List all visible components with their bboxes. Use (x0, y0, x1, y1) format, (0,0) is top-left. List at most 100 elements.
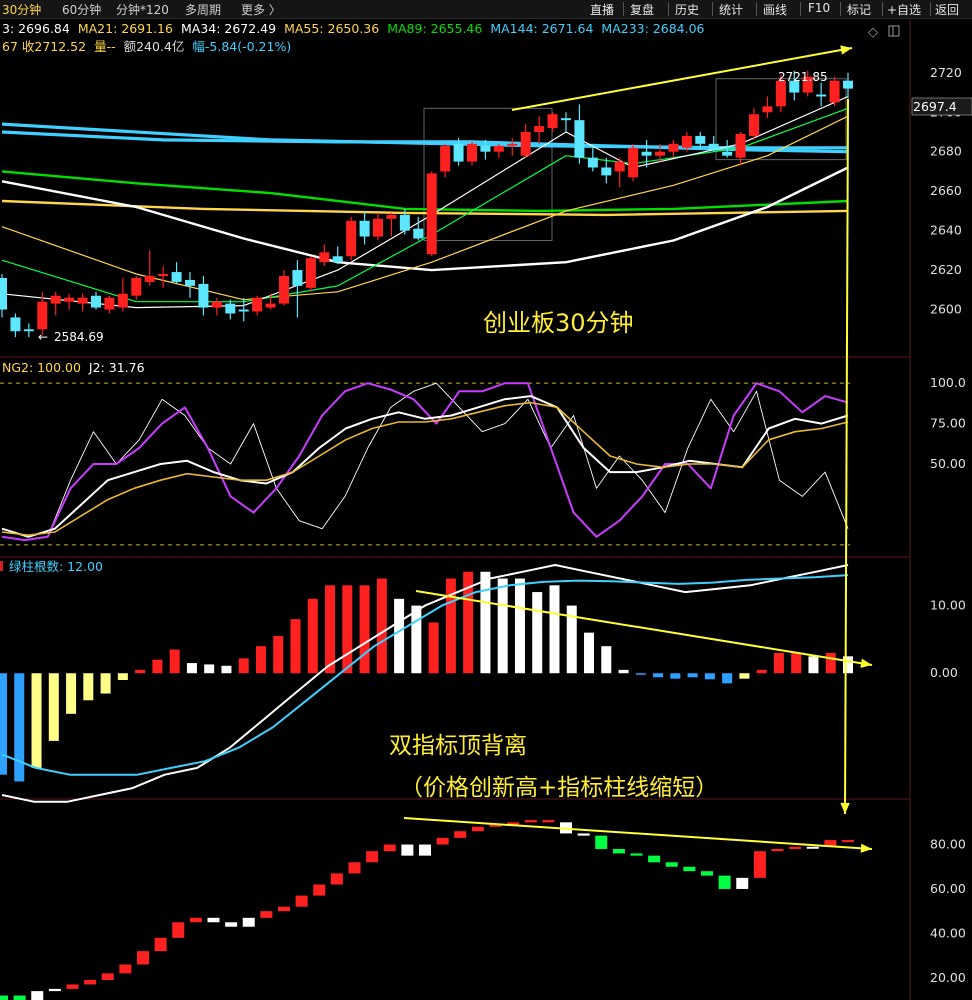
candle-body (829, 80, 840, 103)
macd-bar (359, 585, 370, 674)
history-button[interactable]: 历史 (675, 1, 699, 18)
replay-button[interactable]: 复盘 (630, 1, 654, 18)
macd-bar (756, 669, 767, 674)
macd-bar (342, 585, 353, 674)
macd-bar (618, 669, 629, 674)
indicator-bar (436, 837, 449, 845)
add-watchlist-button[interactable]: +自选 (887, 1, 921, 18)
candle-body (0, 277, 7, 310)
macd-bar (83, 673, 94, 701)
tab-60min[interactable]: 60分钟 (62, 1, 101, 18)
indicator-bar (84, 980, 97, 985)
ma-line-ma5 (1, 95, 849, 309)
candle-body (601, 167, 612, 176)
ma-line-ma55 (1, 199, 849, 217)
chart-canvas[interactable]: 3: 2696.84 MA21: 2691.16 MA34: 2672.49 MA55… (0, 19, 972, 1000)
legend-item: 量-- (94, 39, 116, 54)
indicator-bar (419, 844, 431, 856)
back-button[interactable]: 返回 (935, 1, 959, 18)
indicator-bar (665, 862, 678, 867)
indicator-bar (842, 840, 854, 843)
indicator-bar (101, 973, 114, 981)
candle-body (104, 297, 115, 310)
macd-bar (514, 578, 525, 674)
legend-item: MA89: 2655.46 (387, 21, 482, 36)
tab-min120[interactable]: 分钟*120 (116, 1, 169, 18)
indicator-tick-label: 40.00 (930, 925, 966, 940)
macd-bar (14, 673, 25, 782)
candle-body (641, 151, 652, 156)
candle-body (131, 277, 142, 296)
stats-button[interactable]: 统计 (719, 1, 743, 18)
indicator-bar (330, 873, 343, 885)
macd-bar (325, 585, 336, 674)
separator (623, 2, 624, 16)
candle-body (843, 80, 853, 89)
kdj-panel (0, 382, 850, 546)
indicator-bar (348, 862, 361, 874)
candle-body (265, 303, 276, 308)
indicator-bar (260, 911, 273, 918)
kdj-tick-label: 100.0 (930, 375, 966, 390)
live-button[interactable]: 直播 (590, 1, 614, 18)
current-price: 2697.4 (913, 99, 957, 114)
candle-body (198, 283, 209, 308)
macd-bar (117, 673, 128, 680)
candle-body (50, 295, 61, 304)
candle-body (749, 114, 759, 136)
macd-bar (169, 649, 180, 674)
candle-body (238, 309, 249, 312)
f10-button[interactable]: F10 (808, 1, 830, 15)
macd-bar (255, 646, 266, 674)
candle-body (158, 274, 169, 277)
price-tick-label: 2720 (930, 65, 962, 80)
candle-body (64, 297, 75, 302)
price-tick-label: 2620 (930, 262, 962, 277)
price-tick-label: 2640 (930, 223, 962, 238)
candle-body (37, 301, 48, 330)
vertical-link-arrow (844, 98, 849, 815)
indicator-bar (612, 848, 625, 854)
candle-body (775, 80, 786, 107)
indicator-bar (119, 964, 132, 974)
tab-30min[interactable]: 30分钟 (2, 1, 41, 18)
candle-body (319, 252, 330, 263)
indicator-bar (242, 917, 255, 927)
indicator-trend-arrow-head (860, 843, 872, 853)
candle-body (386, 214, 397, 219)
indicator-bar (366, 851, 379, 863)
grid-layer (0, 19, 911, 1000)
macd-bar (411, 605, 422, 674)
price-tick-label: 2660 (930, 183, 962, 198)
candle-body (211, 301, 222, 308)
separator (800, 2, 801, 16)
window-icon[interactable] (888, 25, 900, 37)
macd-bar (549, 585, 560, 674)
tab-multi-period[interactable]: 多周期 (185, 1, 221, 18)
candle-body (816, 94, 827, 97)
macd-legend: 绿柱根数: 12.00 (0, 559, 103, 574)
panel-icons[interactable]: ◇ (868, 25, 900, 40)
candle-body (467, 143, 477, 162)
indicator-bar (313, 884, 326, 896)
mark-button[interactable]: 标记 (847, 1, 871, 18)
indicator-axis: 80.00 60.00 40.00 20.00 (930, 837, 966, 985)
draw-line-button[interactable]: 画线 (763, 1, 787, 18)
tab-more[interactable]: 更多 〉 (241, 1, 281, 18)
indicator-bar (753, 851, 766, 878)
diamond-icon[interactable]: ◇ (868, 25, 878, 40)
separator (756, 2, 757, 16)
kdj-axis: 100.0 75.00 50.00 (930, 375, 966, 471)
macd-bar (0, 673, 7, 775)
indicator-bar (278, 906, 290, 912)
separator (712, 2, 713, 16)
indicator-bar (225, 922, 238, 927)
legend-item: MA34: 2672.49 (181, 21, 276, 36)
legend-item: MA55: 2650.36 (284, 21, 379, 36)
legend-item: 额240.4亿 (124, 39, 185, 54)
macd-line (1, 564, 849, 803)
indicator-bar (683, 866, 696, 872)
separator (930, 2, 931, 16)
macd-bar (376, 578, 387, 674)
separator (668, 2, 669, 16)
